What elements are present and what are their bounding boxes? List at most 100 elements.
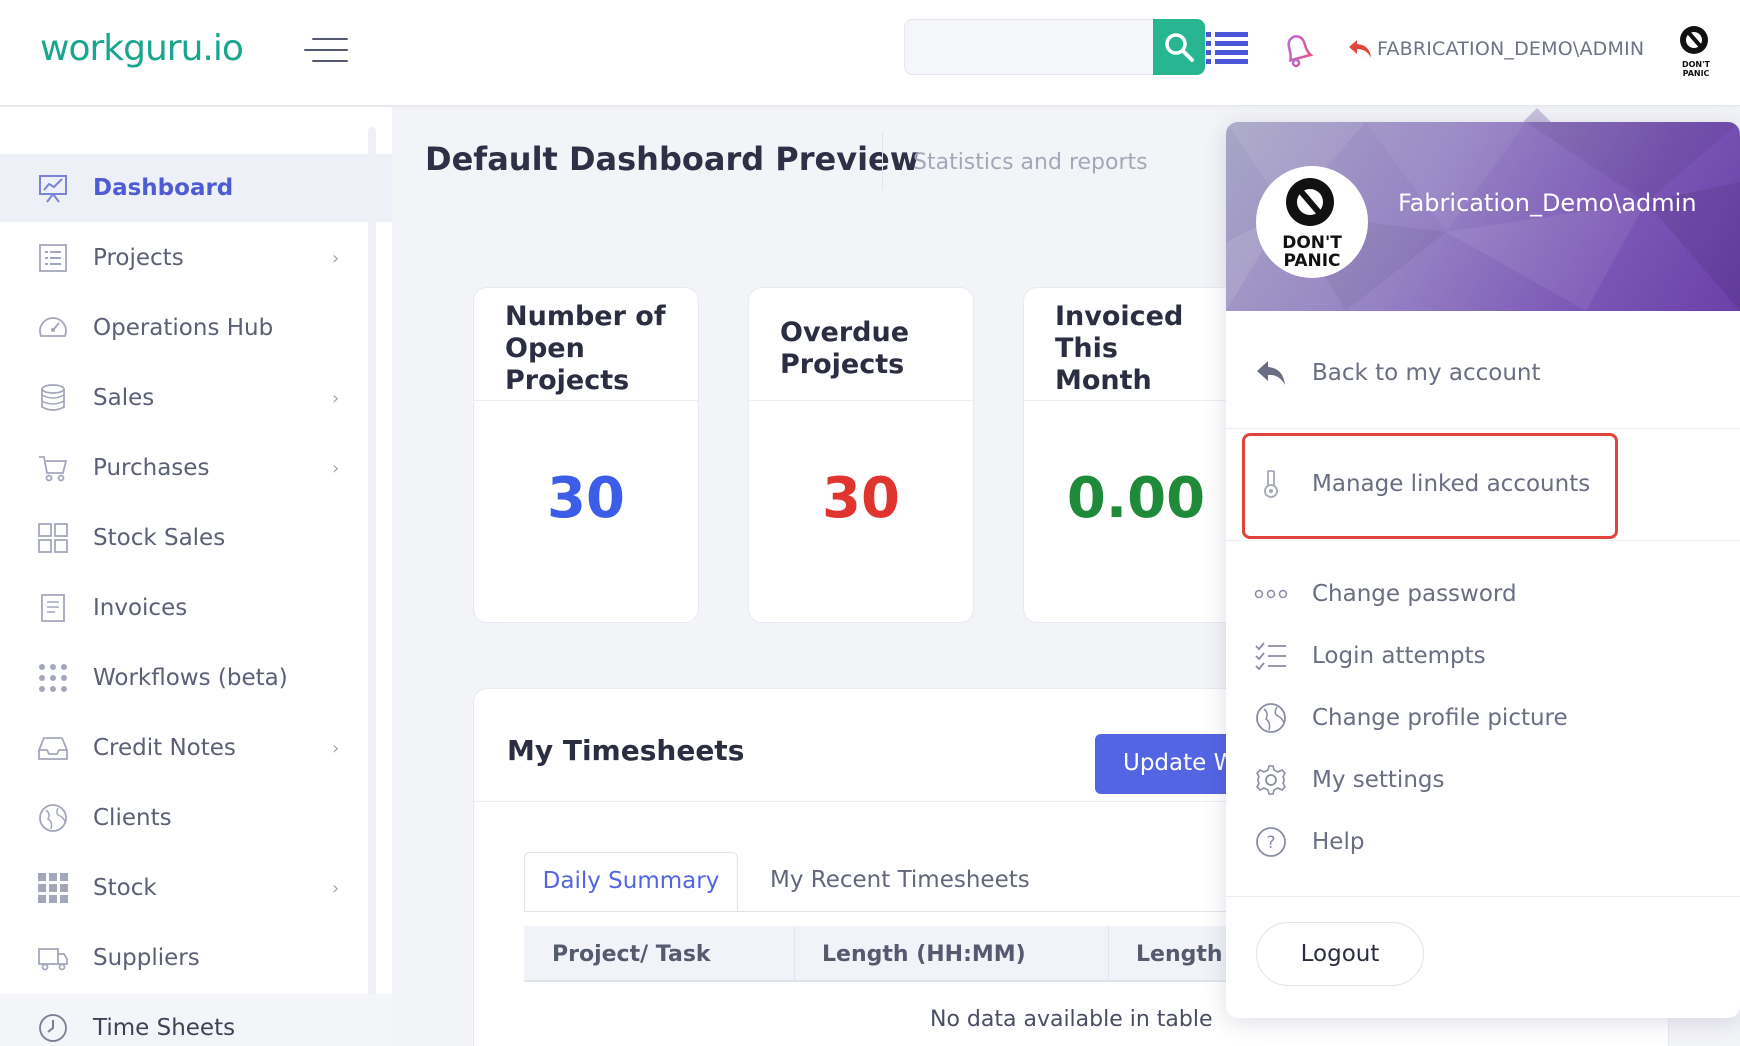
column-header[interactable]: Length (HH:MM): [822, 942, 1026, 967]
user-label: FABRICATION_DEMO\ADMIN: [1377, 38, 1645, 60]
password-dots-icon: [1254, 577, 1288, 611]
page-subtitle: Statistics and reports: [913, 150, 1148, 175]
inbox-icon: [36, 731, 70, 765]
gear-icon: [1254, 763, 1288, 797]
sidebar-item-label: Sales: [93, 385, 155, 411]
menu-item-help[interactable]: ? Help: [1226, 814, 1740, 870]
user-dropdown-menu: DON'T PANIC Fabrication_Demo\admin Back …: [1226, 122, 1740, 1018]
sidebar-item-workflows[interactable]: Workflows (beta): [0, 644, 392, 712]
chevron-right-icon: ›: [332, 877, 340, 899]
profile-avatar[interactable]: DON'T PANIC: [1256, 166, 1368, 278]
stat-title: Invoiced This Month: [1055, 301, 1184, 396]
chevron-right-icon: ›: [332, 457, 340, 479]
profile-picture-icon: [1254, 701, 1288, 735]
stat-title: Number of Open Projects: [505, 301, 666, 396]
stat-card-header: Number of Open Projects: [474, 288, 698, 401]
stat-title: Overdue Projects: [780, 317, 910, 380]
top-header: workguru.io FABRICATION_DEMO\ADMIN DON'T…: [0, 0, 1740, 106]
sidebar-item-label: Credit Notes: [93, 735, 236, 761]
chevron-right-icon: ›: [332, 247, 340, 269]
avatar-text: PANIC: [1283, 251, 1340, 271]
stat-value: 30: [547, 466, 625, 531]
cart-icon: [36, 451, 70, 485]
menu-item-back-to-account[interactable]: Back to my account: [1226, 345, 1740, 401]
sidebar-item-credit-notes[interactable]: Credit Notes ›: [0, 714, 392, 782]
logout-button[interactable]: Logout: [1256, 922, 1424, 986]
sidebar-item-stock-sales[interactable]: Stock Sales: [0, 504, 392, 572]
sidebar-item-label: Stock Sales: [93, 525, 226, 551]
menu-item-label: Login attempts: [1312, 643, 1486, 669]
logo[interactable]: workguru.io: [40, 28, 244, 69]
menu-item-login-attempts[interactable]: Login attempts: [1226, 628, 1740, 684]
search-icon: [1165, 33, 1194, 62]
sidebar-item-label: Dashboard: [93, 175, 234, 201]
svg-text:?: ?: [1266, 833, 1275, 853]
stat-card-overdue-projects[interactable]: Overdue Projects 30: [748, 287, 974, 623]
sidebar-item-label: Purchases: [93, 455, 210, 481]
sidebar-item-clients[interactable]: Clients: [0, 784, 392, 852]
hamburger-icon[interactable]: [304, 36, 348, 66]
svg-text:DON'T: DON'T: [1682, 60, 1711, 69]
svg-text:PANIC: PANIC: [1683, 69, 1710, 78]
column-header[interactable]: Project/ Task: [552, 942, 711, 967]
list-icon[interactable]: [1206, 30, 1248, 66]
help-icon: ?: [1254, 825, 1288, 859]
menu-item-change-profile-picture[interactable]: Change profile picture: [1226, 690, 1740, 746]
menu-item-label: Change profile picture: [1312, 705, 1568, 731]
search-input[interactable]: [904, 19, 1156, 75]
impersonated-user-link[interactable]: FABRICATION_DEMO\ADMIN: [1347, 36, 1644, 62]
sidebar-item-purchases[interactable]: Purchases ›: [0, 434, 392, 502]
menu-item-label: My settings: [1312, 767, 1445, 793]
chevron-right-icon: ›: [332, 387, 340, 409]
grid-icon: [36, 521, 70, 555]
title-divider: [882, 132, 883, 190]
sidebar-item-projects[interactable]: Projects ›: [0, 224, 392, 292]
menu-item-label: Help: [1312, 829, 1365, 855]
sidebar-item-label: Projects: [93, 245, 184, 271]
sidebar-item-sales[interactable]: Sales ›: [0, 364, 392, 432]
highlight-annotation: [1242, 433, 1618, 539]
user-banner: DON'T PANIC Fabrication_Demo\admin: [1226, 122, 1740, 311]
gauge-icon: [36, 311, 70, 345]
checklist-icon: [1254, 639, 1288, 673]
sidebar-item-suppliers[interactable]: Suppliers: [0, 924, 392, 992]
sidebar: Dashboard Projects › Operations Hub Sale…: [0, 107, 392, 1046]
tab-recent-timesheets[interactable]: My Recent Timesheets: [770, 852, 1030, 912]
sidebar-item-time-sheets[interactable]: Time Sheets: [0, 994, 392, 1046]
sidebar-item-label: Clients: [93, 805, 172, 831]
stat-card-header: Overdue Projects: [749, 288, 973, 401]
bell-icon[interactable]: [1278, 30, 1318, 70]
sidebar-item-operations-hub[interactable]: Operations Hub: [0, 294, 392, 362]
menu-item-label: Change password: [1312, 581, 1517, 607]
sidebar-item-label: Workflows (beta): [93, 665, 288, 691]
column-header[interactable]: Length (: [1136, 942, 1240, 967]
search-button[interactable]: [1153, 19, 1205, 75]
menu-item-change-password[interactable]: Change password: [1226, 566, 1740, 622]
stock-grid-icon: [36, 871, 70, 905]
list-icon: [36, 241, 70, 275]
chart-board-icon: [36, 171, 70, 205]
globe-icon: [36, 801, 70, 835]
avatar[interactable]: DON'T PANIC: [1672, 22, 1720, 78]
sidebar-item-label: Invoices: [93, 595, 188, 621]
column-divider: [1108, 926, 1109, 982]
sidebar-item-label: Operations Hub: [93, 315, 274, 341]
coins-icon: [36, 381, 70, 415]
invoice-icon: [36, 591, 70, 625]
chevron-right-icon: ›: [332, 737, 340, 759]
empty-table-message: No data available in table: [930, 1007, 1213, 1032]
divider: [1226, 896, 1740, 897]
menu-item-my-settings[interactable]: My settings: [1226, 752, 1740, 808]
sidebar-item-dashboard[interactable]: Dashboard: [0, 154, 392, 222]
tab-daily-summary[interactable]: Daily Summary: [524, 852, 738, 912]
stat-card-open-projects[interactable]: Number of Open Projects 30: [473, 287, 699, 623]
column-divider: [794, 926, 795, 982]
stat-card-invoiced[interactable]: Invoiced This Month 0.00: [1023, 287, 1249, 623]
divider: [1226, 540, 1740, 541]
dropdown-username: Fabrication_Demo\admin: [1398, 189, 1697, 217]
stat-value: 30: [822, 466, 900, 531]
clock-icon: [36, 1011, 70, 1045]
sidebar-item-invoices[interactable]: Invoices: [0, 574, 392, 642]
sidebar-item-stock[interactable]: Stock ›: [0, 854, 392, 922]
reply-icon: [1254, 356, 1288, 390]
